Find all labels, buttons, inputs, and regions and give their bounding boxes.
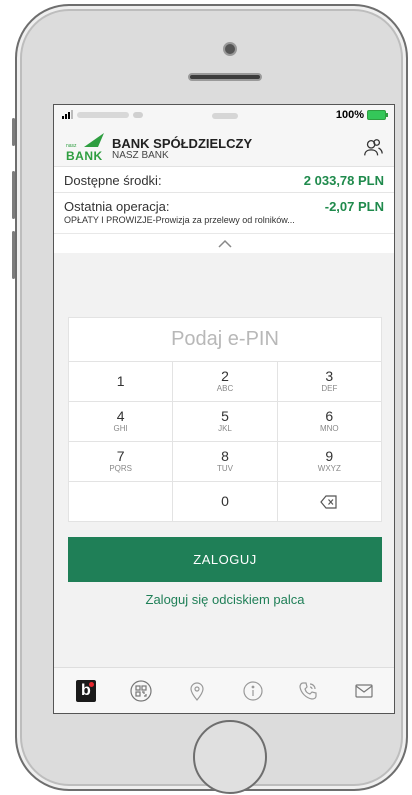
key-empty [69, 482, 174, 522]
battery-icon [367, 110, 388, 120]
key-letters: JKL [218, 424, 232, 433]
status-left [62, 110, 143, 119]
tab-qr[interactable] [127, 677, 155, 705]
last-operation-description: OPŁATY I PROWIZJE-Prowizja za przelewy o… [64, 215, 295, 225]
key-9[interactable]: 9 WXYZ [277, 442, 382, 482]
last-operation-row[interactable]: Ostatnia operacja: -2,07 PLN OPŁATY I PR… [54, 193, 394, 233]
home-button[interactable] [193, 720, 267, 794]
available-funds-row: Dostępne środki: 2 033,78 PLN [54, 167, 394, 193]
location-pin-icon [190, 681, 204, 701]
tab-location[interactable] [183, 677, 211, 705]
phone-call-icon [299, 681, 318, 700]
phone-volume-down [12, 231, 15, 279]
bank-subname: NASZ BANK [112, 150, 169, 161]
key-2[interactable]: 2 ABC [173, 362, 278, 402]
key-digit: 3 [325, 368, 334, 384]
signal-icon [62, 110, 73, 119]
login-button[interactable]: ZALOGUJ [68, 537, 382, 582]
key-digit: 2 [221, 368, 229, 384]
key-letters: GHI [113, 424, 128, 433]
key-4[interactable]: 4 GHI [69, 402, 174, 442]
key-digit: 0 [221, 493, 229, 509]
tab-messages[interactable] [350, 677, 378, 705]
status-time [212, 113, 238, 119]
key-digit: 4 [116, 408, 125, 424]
backspace-icon [320, 494, 337, 509]
app-screen: 100% nasz BANK BANK SPÓŁDZIELCZY NASZ BA… [53, 104, 395, 714]
key-6[interactable]: 6 MNO [277, 402, 382, 442]
key-digit: 8 [221, 448, 229, 464]
key-7[interactable]: 7 PQRS [69, 442, 174, 482]
phone-volume-up [12, 171, 15, 219]
available-funds-label: Dostępne środki: [64, 173, 162, 188]
fingerprint-login-link[interactable]: Zaloguj się odciskiem palca [68, 592, 382, 607]
key-3[interactable]: 3 DEF [277, 362, 382, 402]
page: 100% nasz BANK BANK SPÓŁDZIELCZY NASZ BA… [0, 0, 412, 795]
key-5[interactable]: 5 JKL [173, 402, 278, 442]
last-operation-amount: -2,07 PLN [324, 199, 384, 214]
key-digit: 5 [221, 408, 229, 424]
key-1[interactable]: 1 [69, 362, 174, 402]
tab-info[interactable] [239, 677, 267, 705]
key-8[interactable]: 8 TUV [173, 442, 278, 482]
envelope-icon [355, 683, 373, 698]
front-camera [223, 42, 237, 56]
earpiece-speaker [188, 73, 262, 81]
qr-code-icon [130, 679, 153, 702]
epin-input[interactable]: Podaj e-PIN [68, 317, 382, 362]
wifi-icon [133, 111, 143, 118]
key-digit: 6 [325, 408, 334, 424]
bank-logo: nasz BANK [66, 133, 106, 163]
logo-bank-text: BANK [66, 149, 103, 163]
backspace-key[interactable] [277, 482, 382, 522]
phone-side-button [12, 118, 15, 146]
chevron-up-icon [218, 239, 232, 248]
key-letters: DEF [321, 384, 338, 393]
tab-phone[interactable] [294, 677, 322, 705]
app-header: nasz BANK BANK SPÓŁDZIELCZY NASZ BANK [54, 127, 394, 167]
collapse-toggle[interactable] [54, 233, 394, 253]
tab-blik[interactable]: b [72, 677, 100, 705]
numeric-keypad: 1 2 ABC 3 DEF 4 GHI 5 JKL 6 MNO 7 PQRS 8 TUV 9W… [68, 362, 382, 522]
key-letters: PQRS [109, 464, 132, 473]
blik-icon: b [75, 679, 96, 702]
logo-leaf-icon [84, 133, 104, 147]
bank-name: BANK SPÓŁDZIELCZY [112, 136, 253, 151]
key-digit: 9 [325, 448, 334, 464]
pin-area: Podaj e-PIN 1 2 ABC 3 DEF 4 GHI 5 JKL 6 MNO 7… [68, 317, 382, 607]
key-letters: MNO [319, 424, 339, 433]
status-right: 100% [335, 109, 388, 121]
key-letters: ABC [216, 384, 234, 393]
carrier-name [77, 111, 129, 118]
profile-icon[interactable] [362, 137, 384, 159]
key-digit: 1 [116, 373, 125, 389]
key-letters: TUV [216, 464, 233, 473]
available-funds-value: 2 033,78 PLN [303, 173, 384, 188]
key-0[interactable]: 0 [173, 482, 278, 522]
battery-percent: 100% [335, 109, 364, 121]
bottom-tab-bar: b [54, 667, 394, 713]
key-digit: 7 [116, 448, 125, 464]
info-icon [243, 680, 263, 701]
key-letters: WXYZ [317, 464, 341, 473]
last-operation-label: Ostatnia operacja: [64, 199, 170, 214]
status-bar: 100% [54, 105, 394, 127]
